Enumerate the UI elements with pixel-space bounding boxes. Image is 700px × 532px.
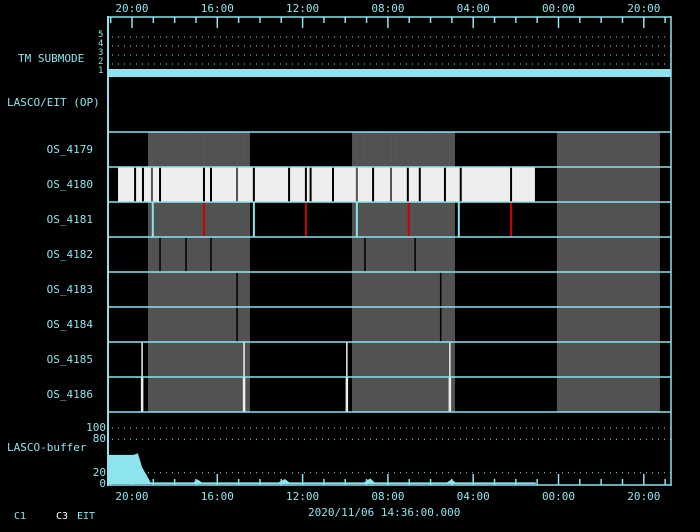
timeline-plot (107, 16, 672, 486)
buffer-fill-area (108, 453, 536, 484)
os4180-active-bar (118, 167, 535, 202)
tm-submode-level-bar (108, 69, 671, 77)
